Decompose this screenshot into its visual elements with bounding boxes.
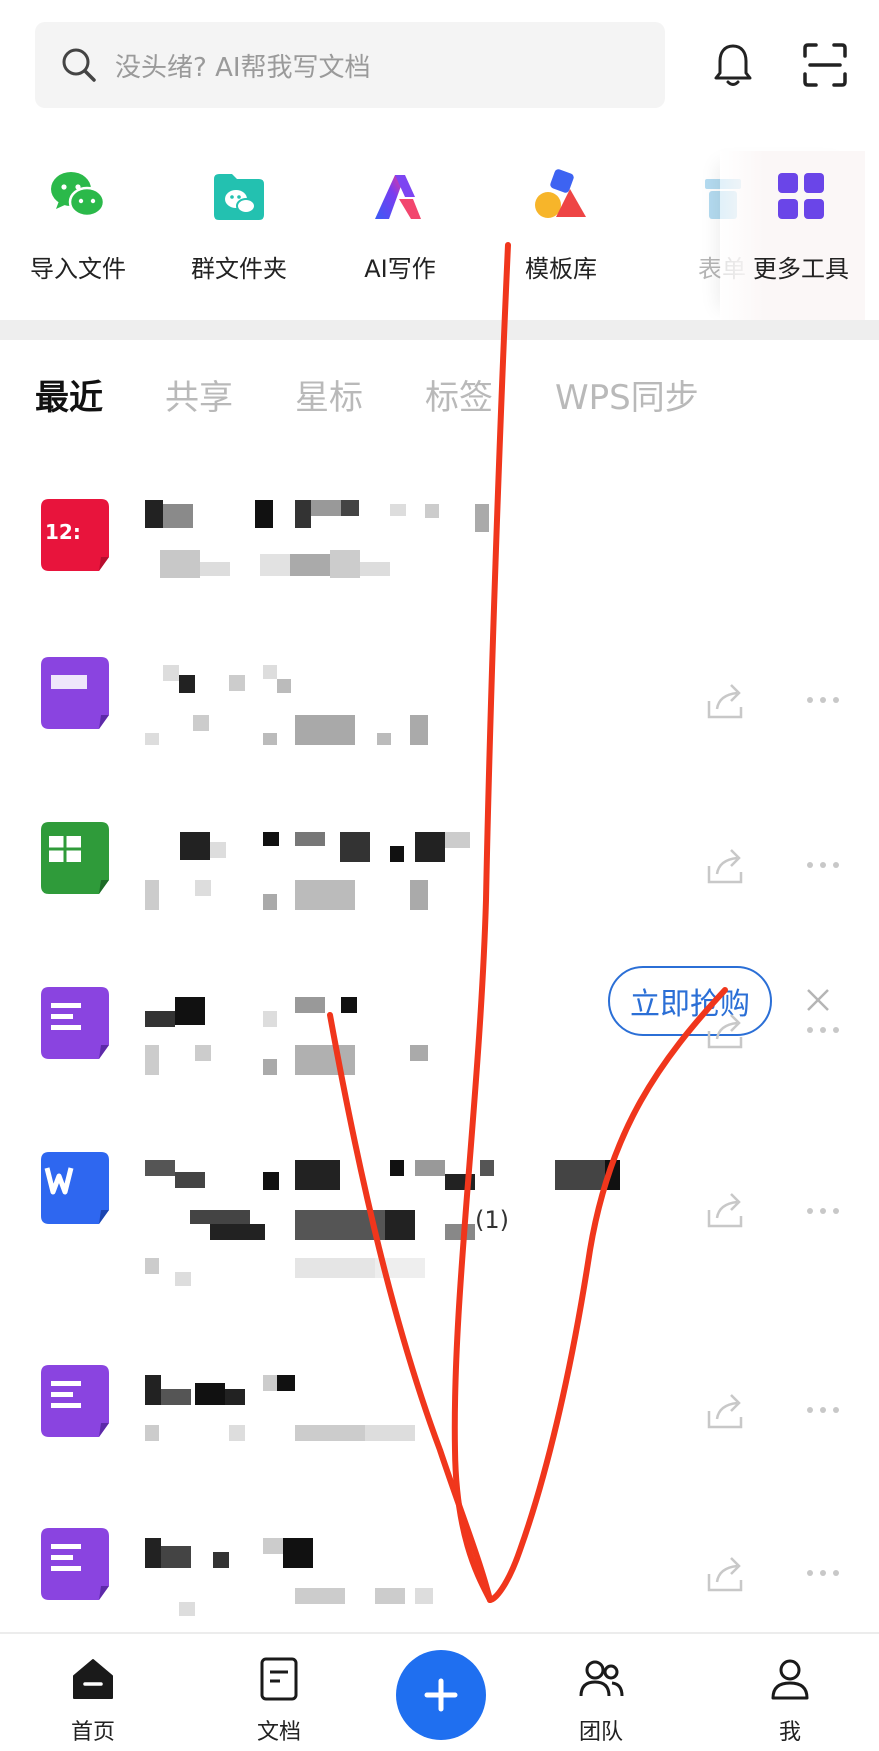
wechat-icon bbox=[51, 172, 106, 218]
tab-recent[interactable]: 最近 bbox=[35, 370, 103, 419]
more-tools-icon bbox=[778, 173, 824, 219]
header: 没头绪? AI帮我写文档 bbox=[0, 0, 879, 130]
list-item[interactable]: (1) bbox=[0, 1130, 879, 1310]
doc-icon bbox=[41, 987, 109, 1059]
list-item[interactable] bbox=[0, 800, 879, 950]
tool-more-tools[interactable]: 更多工具 bbox=[726, 135, 876, 320]
share-icon[interactable] bbox=[705, 1554, 747, 1594]
more-options-icon[interactable] bbox=[805, 860, 841, 870]
list-item[interactable] bbox=[0, 1345, 879, 1495]
more-options-icon[interactable] bbox=[805, 1206, 841, 1216]
doc-icon bbox=[41, 1528, 109, 1600]
quick-tools: 导入文件 群文件夹 AI写作 模板库 表单 bbox=[0, 135, 879, 321]
search-placeholder: 没头绪? AI帮我写文档 bbox=[115, 52, 371, 83]
share-icon[interactable] bbox=[705, 846, 747, 886]
scan-icon[interactable] bbox=[800, 40, 850, 90]
calendar-promo-icon: 12: bbox=[41, 499, 109, 571]
more-options-icon[interactable] bbox=[805, 1025, 841, 1035]
bell-icon[interactable] bbox=[708, 40, 758, 90]
search-icon bbox=[62, 48, 96, 82]
more-options-icon[interactable] bbox=[805, 1405, 841, 1415]
share-icon[interactable] bbox=[705, 1190, 747, 1230]
nav-label: 团队 bbox=[578, 1720, 623, 1745]
nav-me[interactable]: 我 bbox=[730, 1634, 850, 1751]
tab-shared[interactable]: 共享 bbox=[165, 370, 233, 419]
search-bar[interactable]: 没头绪? AI帮我写文档 bbox=[35, 22, 665, 108]
tool-label: 更多工具 bbox=[753, 255, 849, 283]
nav-label: 首页 bbox=[70, 1720, 115, 1745]
template-library-icon bbox=[535, 169, 586, 218]
home-icon bbox=[73, 1659, 113, 1699]
promo-icon-text: 12: bbox=[45, 520, 81, 544]
doc-icon bbox=[41, 657, 109, 729]
section-divider bbox=[0, 320, 879, 340]
tool-ai-writing[interactable]: AI写作 bbox=[325, 135, 475, 320]
share-icon[interactable] bbox=[705, 1391, 747, 1431]
nav-label: 文档 bbox=[256, 1720, 301, 1745]
title-fragment: (1) bbox=[475, 1206, 509, 1234]
tool-label: 导入文件 bbox=[30, 255, 126, 283]
tool-group-folder[interactable]: 群文件夹 bbox=[164, 135, 314, 320]
new-document-button[interactable] bbox=[396, 1650, 486, 1740]
sheet-icon bbox=[41, 822, 109, 894]
plus-icon bbox=[424, 1678, 458, 1712]
list-item[interactable] bbox=[0, 965, 879, 1115]
nav-documents[interactable]: 文档 bbox=[219, 1634, 339, 1751]
profile-icon bbox=[771, 1659, 809, 1700]
document-icon bbox=[260, 1657, 298, 1701]
nav-label: 我 bbox=[778, 1720, 801, 1745]
tab-tags[interactable]: 标签 bbox=[425, 370, 493, 419]
doc-icon bbox=[41, 1365, 109, 1437]
more-options-icon[interactable] bbox=[805, 1568, 841, 1578]
tool-label: AI写作 bbox=[364, 255, 436, 283]
team-icon bbox=[579, 1660, 624, 1697]
tab-starred[interactable]: 星标 bbox=[295, 370, 363, 419]
more-options-icon[interactable] bbox=[805, 695, 841, 705]
share-icon[interactable] bbox=[705, 681, 747, 721]
tool-import-file[interactable]: 导入文件 bbox=[3, 135, 153, 320]
nav-home[interactable]: 首页 bbox=[33, 1634, 153, 1751]
list-item[interactable]: 12: 立即抢购 bbox=[0, 470, 879, 1036]
nav-team[interactable]: 团队 bbox=[541, 1634, 661, 1751]
list-item[interactable] bbox=[0, 635, 879, 785]
word-icon bbox=[41, 1152, 109, 1224]
ai-writing-icon bbox=[375, 175, 421, 219]
file-tabs: 最近 共享 星标 标签 WPS同步 bbox=[0, 370, 879, 430]
tool-label: 群文件夹 bbox=[191, 255, 287, 283]
share-icon[interactable] bbox=[705, 1011, 747, 1051]
tab-wps-sync[interactable]: WPS同步 bbox=[555, 370, 699, 419]
group-folder-icon bbox=[214, 174, 264, 220]
tool-label: 模板库 bbox=[525, 255, 597, 283]
tool-template-library[interactable]: 模板库 bbox=[486, 135, 636, 320]
